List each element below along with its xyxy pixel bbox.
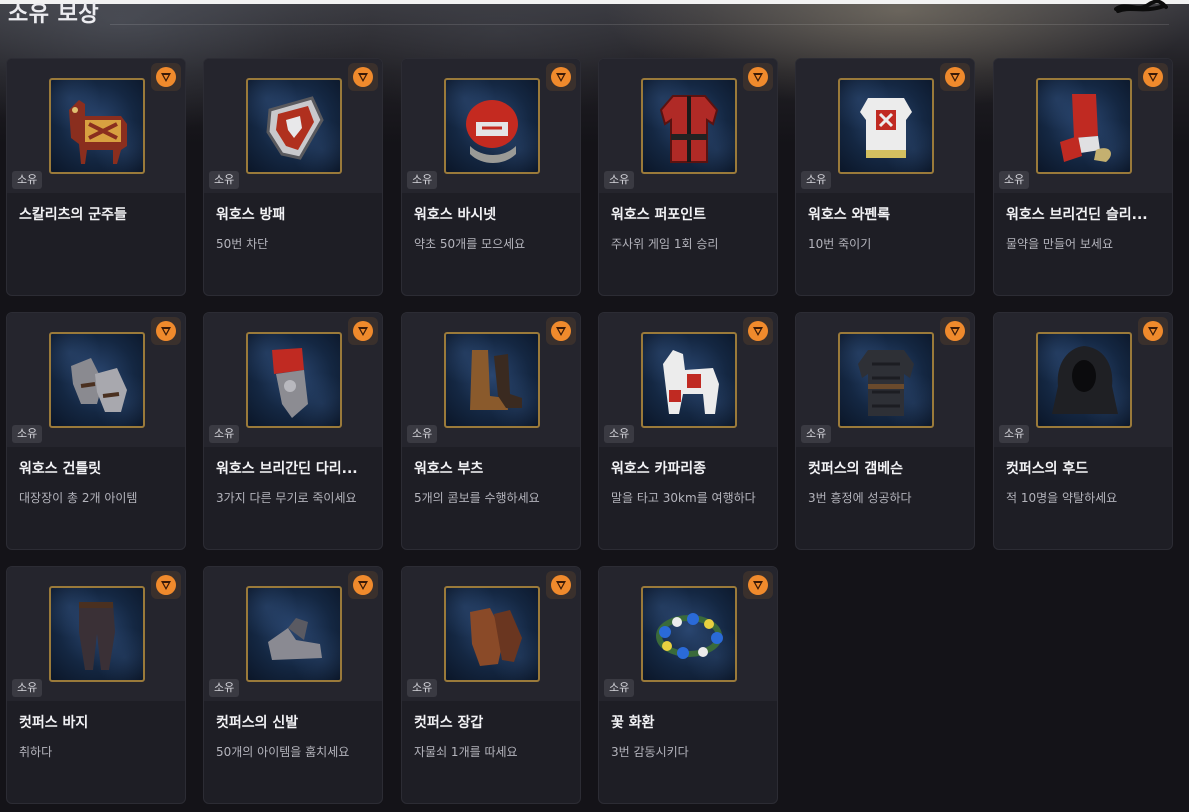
padded-jacket-icon (641, 78, 737, 174)
reward-description: 10번 죽이기 (808, 237, 872, 251)
owned-tag: 소유 (999, 171, 1030, 189)
reward-card[interactable]: 소유컷퍼스의 후드적 10명을 약탈하세요 (993, 312, 1173, 550)
reward-badge-icon (151, 317, 181, 345)
reward-badge-icon (546, 571, 576, 599)
owned-tag: 소유 (999, 425, 1030, 443)
reward-card[interactable]: 소유워호스 바시넷약초 50개를 모으세요 (401, 58, 581, 296)
helmet-icon (444, 78, 540, 174)
gambeson-icon (838, 332, 934, 428)
flower-wreath-icon (641, 586, 737, 682)
reward-card[interactable]: 소유컷퍼스 바지취하다 (6, 566, 186, 804)
reward-description: 약초 50개를 모으세요 (414, 237, 526, 251)
leg-armor-icon (246, 332, 342, 428)
reward-badge-icon (546, 317, 576, 345)
owned-tag: 소유 (407, 425, 438, 443)
reward-badge-icon (940, 63, 970, 91)
owned-tag: 소유 (604, 171, 635, 189)
reward-card[interactable]: 소유워호스 퍼포인트주사위 게임 1회 승리 (598, 58, 778, 296)
reward-card[interactable]: 소유워호스 브리간딘 다리... 3가지 다른 무기로 죽이세요 (203, 312, 383, 550)
reward-name: 스칼리츠의 군주들 (19, 207, 127, 223)
owned-tag: 소유 (407, 171, 438, 189)
reward-name: 워호스 브리건딘 슬리... (1006, 207, 1148, 223)
top-edge (0, 0, 1189, 4)
owned-tag: 소유 (407, 679, 438, 697)
reward-card[interactable]: 소유워호스 방패 50번 차단 (203, 58, 383, 296)
reward-badge-icon (1138, 317, 1168, 345)
shoes-icon (246, 586, 342, 682)
reward-badge-icon (743, 571, 773, 599)
title-divider (110, 24, 1169, 25)
reward-description: 취하다 (19, 745, 53, 759)
reward-card[interactable]: 소유컷퍼스의 신발 50개의 아이템을 훔치세요 (203, 566, 383, 804)
reward-badge-icon (1138, 63, 1168, 91)
reward-description: 5개의 콤보를 수행하세요 (414, 491, 540, 505)
reward-name: 컷퍼스 바지 (19, 715, 89, 731)
owned-tag: 소유 (801, 425, 832, 443)
gauntlets-icon (49, 332, 145, 428)
reward-badge-icon (348, 317, 378, 345)
reward-name: 워호스 부츠 (414, 461, 484, 477)
reward-description: 3가지 다른 무기로 죽이세요 (216, 491, 357, 505)
reward-name: 컷퍼스의 신발 (216, 715, 299, 731)
reward-badge-icon (348, 63, 378, 91)
reward-card[interactable]: 소유워호스 브리건딘 슬리... 물약을 만들어 보세요 (993, 58, 1173, 296)
reward-card[interactable]: 소유꽃 화환 3번 감동시키다 (598, 566, 778, 804)
reward-badge-icon (940, 317, 970, 345)
reward-description: 자물쇠 1개를 따세요 (414, 745, 518, 759)
reward-name: 컷퍼스의 갬베슨 (808, 461, 904, 477)
reward-name: 꽃 화환 (611, 715, 655, 731)
reward-card[interactable]: 소유스칼리츠의 군주들 (6, 58, 186, 296)
reward-name: 컷퍼스 장갑 (414, 715, 484, 731)
sleeves-icon (1036, 78, 1132, 174)
owned-tag: 소유 (12, 171, 43, 189)
reward-badge-icon (546, 63, 576, 91)
reward-badge-icon (151, 571, 181, 599)
caparison-icon (641, 332, 737, 428)
reward-name: 컷퍼스의 후드 (1006, 461, 1089, 477)
reward-description: 50개의 아이템을 훔치세요 (216, 745, 350, 759)
gloves-icon (444, 586, 540, 682)
owned-tag: 소유 (604, 425, 635, 443)
reward-description: 3번 감동시키다 (611, 745, 689, 759)
reward-description: 3번 흥정에 성공하다 (808, 491, 912, 505)
reward-name: 워호스 퍼포인트 (611, 207, 707, 223)
reward-badge-icon (743, 63, 773, 91)
reward-description: 말을 타고 30km를 여행하다 (611, 491, 756, 505)
reward-name: 워호스 방패 (216, 207, 286, 223)
redaction-scribble (1114, 0, 1168, 13)
owned-tag: 소유 (209, 425, 240, 443)
reward-description: 주사위 게임 1회 승리 (611, 237, 719, 251)
reward-badge-icon (151, 63, 181, 91)
reward-name: 워호스 브리간딘 다리... (216, 461, 358, 477)
owned-tag: 소유 (801, 171, 832, 189)
owned-tag: 소유 (209, 171, 240, 189)
owned-tag: 소유 (12, 679, 43, 697)
owned-tag: 소유 (12, 425, 43, 443)
trousers-icon (49, 586, 145, 682)
reward-name: 워호스 바시넷 (414, 207, 497, 223)
boots-icon (444, 332, 540, 428)
owned-tag: 소유 (604, 679, 635, 697)
reward-card[interactable]: 소유워호스 부츠 5개의 콤보를 수행하세요 (401, 312, 581, 550)
reward-badge-icon (743, 317, 773, 345)
reward-card[interactable]: 소유워호스 와펜록 10번 죽이기 (795, 58, 975, 296)
reward-name: 워호스 건틀릿 (19, 461, 102, 477)
reward-badge-icon (348, 571, 378, 599)
page-title: 소유 보상 (8, 2, 100, 27)
tabard-icon (838, 78, 934, 174)
reward-description: 대장장이 총 2개 아이템 (19, 491, 138, 505)
reward-card[interactable]: 소유워호스 카파리종말을 타고 30km를 여행하다 (598, 312, 778, 550)
horse-barding-icon (49, 78, 145, 174)
reward-description: 50번 차단 (216, 237, 269, 251)
reward-name: 워호스 와펜록 (808, 207, 891, 223)
reward-card[interactable]: 소유컷퍼스 장갑자물쇠 1개를 따세요 (401, 566, 581, 804)
reward-card[interactable]: 소유워호스 건틀릿대장장이 총 2개 아이템 (6, 312, 186, 550)
reward-description: 적 10명을 약탈하세요 (1006, 491, 1118, 505)
owned-tag: 소유 (209, 679, 240, 697)
reward-name: 워호스 카파리종 (611, 461, 707, 477)
hood-icon (1036, 332, 1132, 428)
shield-icon (246, 78, 342, 174)
reward-description: 물약을 만들어 보세요 (1006, 237, 1113, 251)
reward-card[interactable]: 소유컷퍼스의 갬베슨 3번 흥정에 성공하다 (795, 312, 975, 550)
